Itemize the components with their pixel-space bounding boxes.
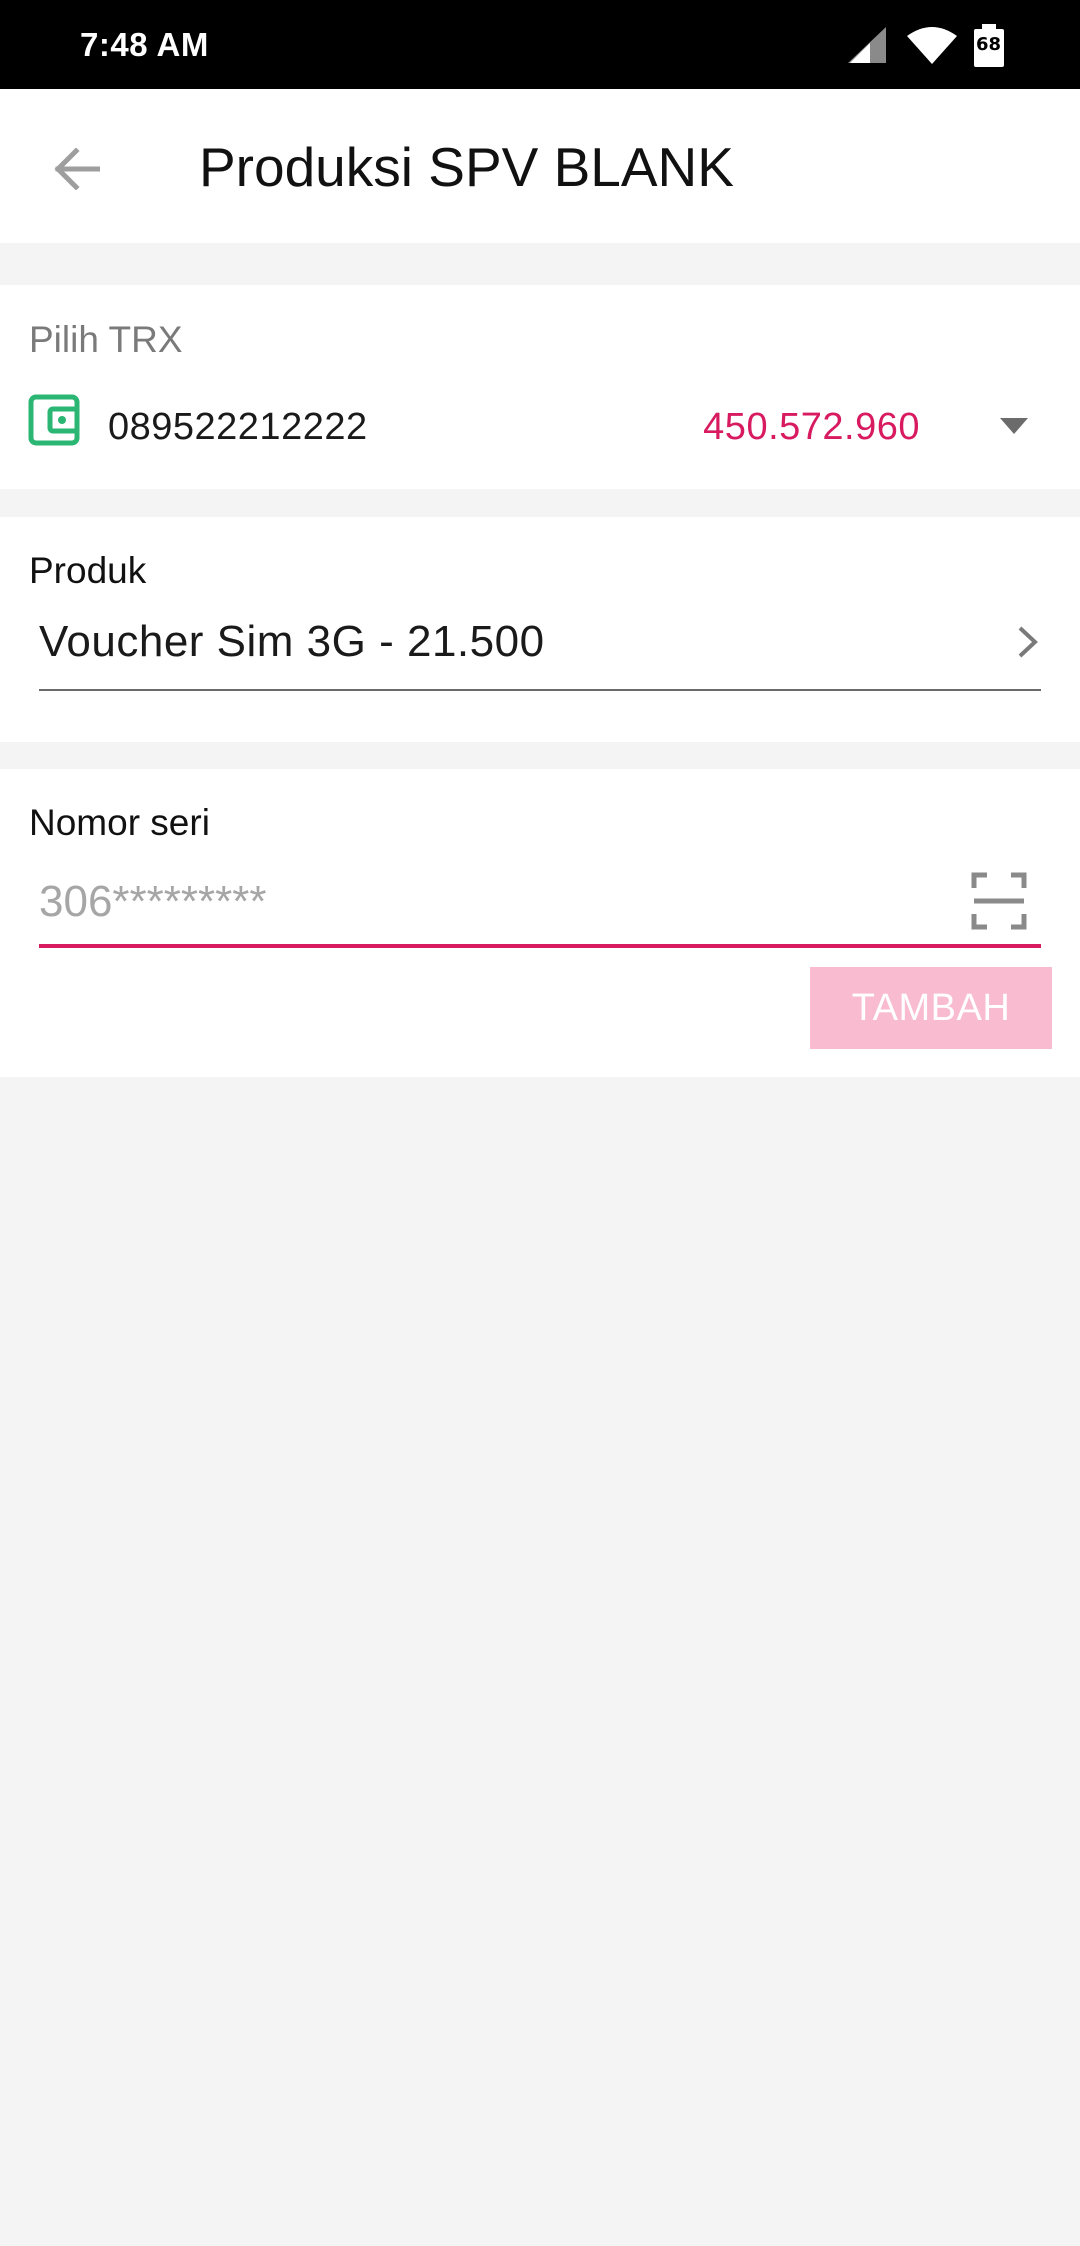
produk-value: Voucher Sim 3G - 21.500 [39, 617, 545, 666]
scan-icon[interactable] [971, 872, 1027, 930]
chevron-right-icon [1018, 626, 1038, 658]
app-bar: Produksi SPV BLANK [0, 89, 1080, 243]
trx-label: Pilih TRX [29, 319, 183, 360]
arrow-back-icon [54, 148, 100, 190]
svg-text:↑↓: ↑↓ [940, 53, 958, 66]
nomor-seri-label: Nomor seri [29, 802, 210, 843]
wifi-icon: ↑↓ [907, 27, 958, 66]
page-title: Produksi SPV BLANK [199, 136, 734, 198]
produk-section: Produk Voucher Sim 3G - 21.500 [0, 517, 1080, 742]
produk-selector[interactable]: Voucher Sim 3G - 21.500 [39, 607, 1041, 691]
produk-label: Produk [29, 550, 147, 591]
battery-level: 68 [976, 34, 1002, 55]
trx-balance: 450.572.960 [703, 406, 920, 448]
status-icons: ↑↓ 68 [820, 0, 1080, 89]
trx-section: Pilih TRX 089522212222 450.572.960 [0, 285, 1080, 489]
status-time: 7:48 AM [80, 26, 209, 63]
back-button[interactable] [36, 129, 116, 209]
status-bar: 7:48 AM ↑↓ 68 [0, 0, 1080, 89]
dropdown-arrow-icon [1000, 418, 1028, 434]
trx-selector[interactable]: 089522212222 450.572.960 [0, 390, 1080, 470]
nomor-seri-input[interactable] [39, 864, 939, 940]
nomor-seri-section: Nomor seri TAMBAH [0, 769, 1080, 1077]
tambah-button[interactable]: TAMBAH [810, 967, 1052, 1049]
signal-icon [848, 27, 886, 63]
nomor-seri-field [39, 864, 1041, 948]
wallet-icon [28, 394, 80, 446]
trx-number: 089522212222 [108, 406, 368, 448]
